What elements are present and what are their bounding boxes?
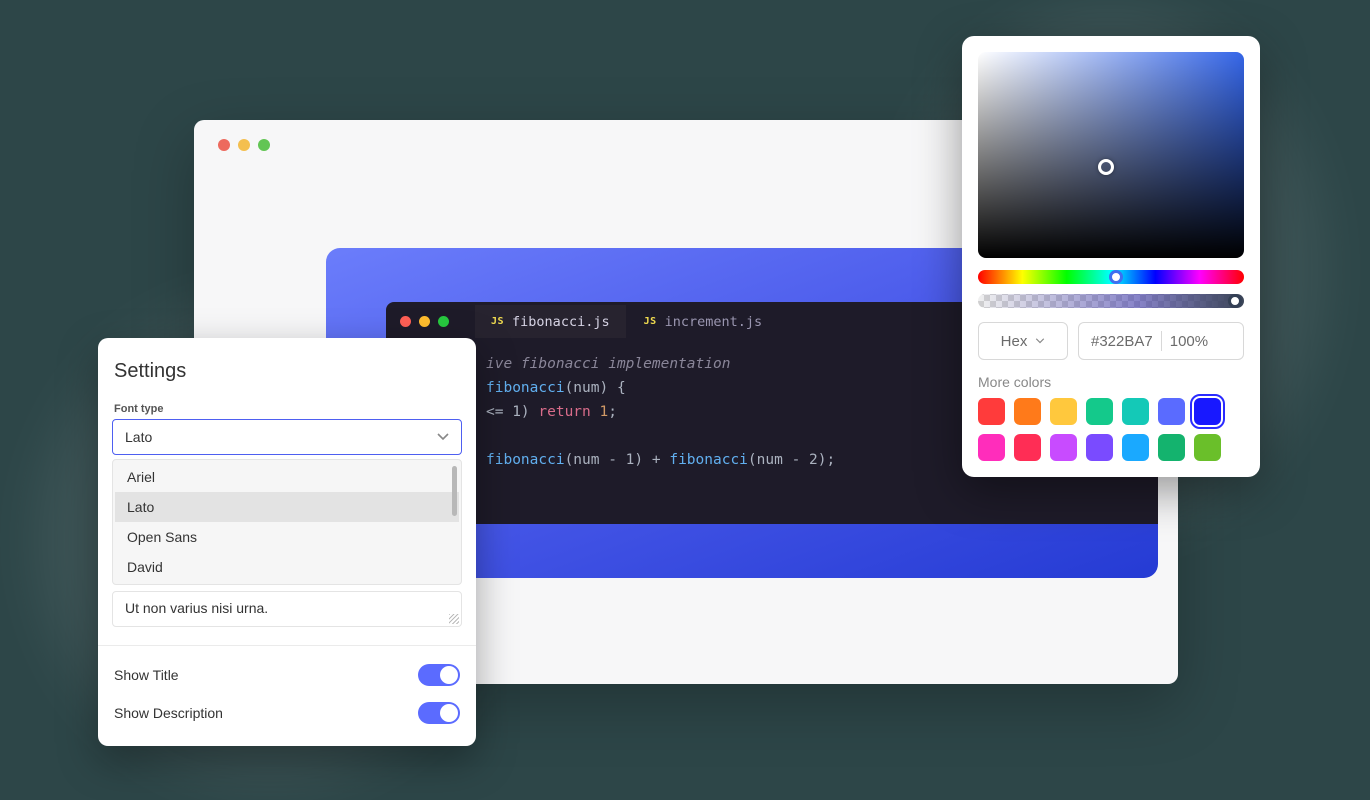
code-text: (num - 1) + [565, 452, 670, 468]
description-textarea[interactable]: Ut non varius nisi urna. [112, 591, 462, 627]
divider [98, 645, 476, 646]
code-text: (num) { [565, 380, 626, 396]
font-option-ariel[interactable]: Ariel [115, 462, 459, 492]
zoom-icon[interactable] [258, 139, 270, 151]
tab-increment[interactable]: JS increment.js [628, 305, 779, 338]
alpha-text: 100% [1170, 333, 1208, 350]
color-swatch[interactable] [1086, 398, 1113, 425]
tab-label: fibonacci.js [512, 314, 610, 330]
color-swatch[interactable] [1014, 434, 1041, 461]
color-swatch[interactable] [1122, 434, 1149, 461]
color-swatch[interactable] [978, 434, 1005, 461]
chevron-down-icon [1035, 338, 1045, 344]
code-number: 1 [591, 404, 608, 420]
alpha-slider[interactable] [978, 294, 1244, 308]
chevron-down-icon [437, 433, 449, 441]
color-swatch[interactable] [1194, 398, 1221, 425]
close-icon[interactable] [400, 316, 411, 327]
swatch-row-1 [978, 398, 1244, 425]
font-type-select[interactable]: Lato [112, 419, 462, 455]
color-handle[interactable] [1098, 159, 1114, 175]
close-icon[interactable] [218, 139, 230, 151]
tab-label: increment.js [665, 314, 763, 330]
settings-title: Settings [112, 360, 462, 383]
color-swatch[interactable] [1050, 434, 1077, 461]
divider [1161, 331, 1162, 351]
alpha-handle[interactable] [1228, 294, 1242, 308]
toggle-show-title[interactable] [418, 664, 460, 686]
code-comment: ive fibonacci implementation [486, 356, 730, 372]
code-fn-name: fibonacci [486, 380, 565, 396]
saturation-value-field[interactable] [978, 52, 1244, 258]
font-type-value: Lato [125, 429, 152, 445]
code-fn-call: fibonacci [669, 452, 748, 468]
code-text: <= 1) [486, 404, 538, 420]
more-colors-label: More colors [978, 374, 1244, 390]
font-dropdown: Ariel Lato Open Sans David [112, 459, 462, 585]
minimize-icon[interactable] [419, 316, 430, 327]
hex-text: #322BA7 [1091, 333, 1153, 350]
hex-input[interactable]: #322BA7 100% [1078, 322, 1244, 360]
font-option-lato[interactable]: Lato [115, 492, 459, 522]
toggle-label: Show Description [114, 705, 223, 721]
format-label: Hex [1001, 333, 1028, 350]
toggle-label: Show Title [114, 667, 179, 683]
editor-tabs: JS fibonacci.js JS increment.js [475, 305, 778, 338]
js-badge-icon: JS [491, 316, 504, 327]
color-swatch[interactable] [1158, 398, 1185, 425]
code-text: ; [608, 404, 617, 420]
toggle-show-description-row: Show Description [112, 694, 462, 732]
resize-grip-icon[interactable] [449, 614, 459, 624]
color-swatch[interactable] [1194, 434, 1221, 461]
color-swatch[interactable] [1122, 398, 1149, 425]
font-type-label: Font type [114, 403, 462, 415]
code-keyword: return [538, 404, 590, 420]
textarea-value: Ut non varius nisi urna. [125, 600, 268, 616]
hue-slider[interactable] [978, 270, 1244, 284]
tab-fibonacci[interactable]: JS fibonacci.js [475, 305, 626, 338]
color-swatch[interactable] [978, 398, 1005, 425]
hue-handle[interactable] [1109, 270, 1123, 284]
hex-row: Hex #322BA7 100% [978, 322, 1244, 360]
color-format-select[interactable]: Hex [978, 322, 1068, 360]
font-option-david[interactable]: David [115, 552, 459, 582]
settings-panel: Settings Font type Lato Ariel Lato Open … [98, 338, 476, 746]
toggle-show-description[interactable] [418, 702, 460, 724]
js-badge-icon: JS [644, 316, 657, 327]
color-swatch[interactable] [1014, 398, 1041, 425]
code-fn-call: fibonacci [486, 452, 565, 468]
color-swatch[interactable] [1158, 434, 1185, 461]
swatch-row-2 [978, 434, 1244, 461]
font-option-opensans[interactable]: Open Sans [115, 522, 459, 552]
toggle-show-title-row: Show Title [112, 656, 462, 694]
minimize-icon[interactable] [238, 139, 250, 151]
dropdown-scrollbar[interactable] [452, 466, 457, 516]
zoom-icon[interactable] [438, 316, 449, 327]
color-swatch[interactable] [1050, 398, 1077, 425]
code-text: (num - 2); [748, 452, 835, 468]
color-swatch[interactable] [1086, 434, 1113, 461]
color-picker: Hex #322BA7 100% More colors [962, 36, 1260, 477]
